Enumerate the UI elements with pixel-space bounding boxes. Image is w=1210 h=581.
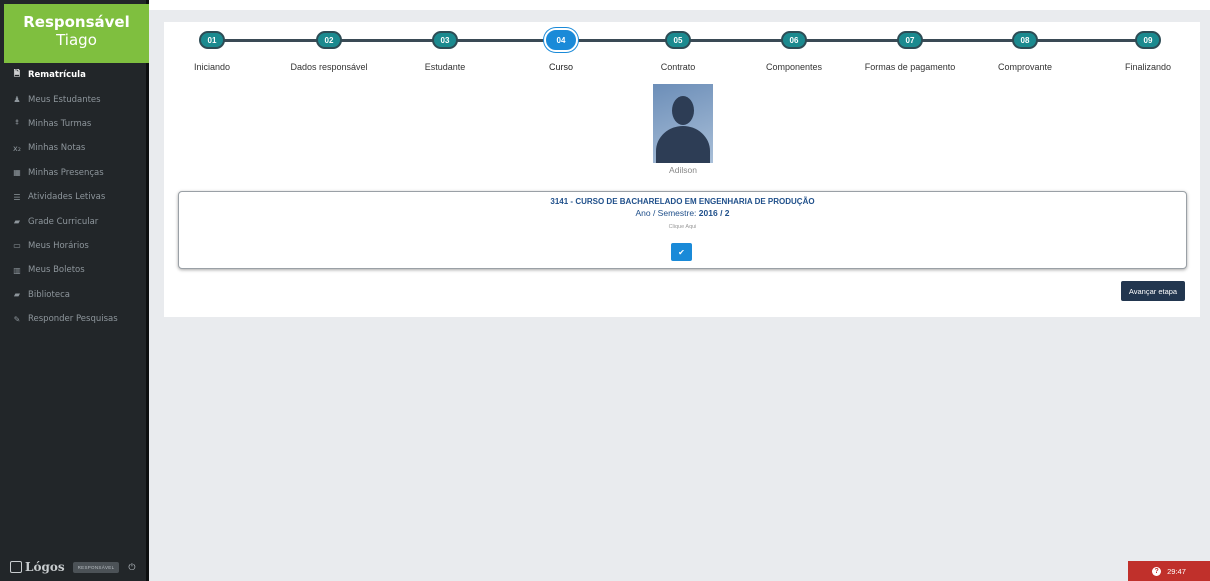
sidebar-menu: 🗎 Rematrícula ♟ Meus Estudantes ⯒ Minhas Turm… xyxy=(0,63,146,331)
timer-value: 29:47 xyxy=(1167,566,1186,576)
sidebar-item-label: Responder Pesquisas xyxy=(28,314,118,325)
enrollment-panel: 01 Iniciando 02 Dados responsável 03 Estudant… xyxy=(164,22,1200,317)
step-01-badge[interactable]: 01 xyxy=(199,31,225,49)
brand-header: Responsável Tiago xyxy=(4,4,149,63)
file-icon: 🗎 xyxy=(13,69,21,79)
step-03-badge[interactable]: 03 xyxy=(432,31,458,49)
sidebar: Responsável Tiago 🗎 Rematrícula ♟ Meus Estu… xyxy=(0,0,149,581)
step-03-label: Estudante xyxy=(424,62,466,72)
sidebar-item-label: Meus Estudantes xyxy=(28,94,101,105)
step-02-label: Dados responsável xyxy=(290,62,368,72)
step-08-label: Comprovante xyxy=(997,62,1053,72)
course-hint: Clique Aqui xyxy=(668,224,697,230)
student-name: Adilson xyxy=(669,165,697,175)
step-09-badge[interactable]: 09 xyxy=(1135,31,1161,49)
select-course-check-button[interactable]: ✔ xyxy=(671,243,692,261)
sidebar-item-minhas-turmas[interactable]: ⯒ Minhas Turmas xyxy=(0,112,146,136)
sidebar-item-label: Grade Curricular xyxy=(28,216,99,227)
power-icon[interactable]: ⏻ xyxy=(128,562,135,573)
step-09-label: Finalizando xyxy=(1124,62,1172,72)
logo-icon xyxy=(10,561,22,573)
sidebar-item-biblioteca[interactable]: ▰ Biblioteca xyxy=(0,283,146,307)
user-icon: ♟ xyxy=(13,95,21,105)
step-01-label: Iniciando xyxy=(193,62,231,72)
logos-logo: Lógos xyxy=(10,560,65,574)
book-icon: ▰ xyxy=(13,290,21,300)
course-year-label: Ano / Semestre: xyxy=(635,208,697,218)
sidebar-item-label: Biblioteca xyxy=(28,289,70,300)
sidebar-item-label: Meus Horários xyxy=(28,240,89,251)
sidebar-item-label: Minhas Presenças xyxy=(28,167,104,178)
step-05-label: Contrato xyxy=(660,62,696,72)
avatar-head xyxy=(672,96,694,125)
sidebar-item-minhas-notas[interactable]: x₂ Minhas Notas xyxy=(0,136,146,160)
barcode-icon: ▥ xyxy=(13,265,21,275)
sidebar-footer: Lógos RESPONSÁVEL ⏻ xyxy=(0,553,146,581)
step-04-badge[interactable]: 04 xyxy=(544,28,578,52)
sidebar-item-label: Minhas Notas xyxy=(28,143,86,154)
pin-icon: ⯒ xyxy=(15,117,19,127)
session-timer: ? 29:47 xyxy=(1128,561,1210,581)
sidebar-item-label: Atividades Letivas xyxy=(28,192,106,203)
course-year-value: 2016 / 2 xyxy=(698,208,730,218)
sidebar-item-atividades-letivas[interactable]: ☰ Atividades Letivas xyxy=(0,185,146,209)
step-02-badge[interactable]: 02 xyxy=(316,31,342,49)
course-card[interactable]: 3141 - CURSO DE BACHARELADO EM ENGENHARI… xyxy=(178,191,1187,269)
logo-text: Lógos xyxy=(25,560,65,574)
step-06-label: Componentes xyxy=(765,62,823,72)
question-icon: ? xyxy=(1152,566,1162,576)
list-icon: ☰ xyxy=(13,192,21,202)
sidebar-item-grade-curricular[interactable]: ▰ Grade Curricular xyxy=(0,209,146,233)
step-07-label: Formas de pagamento xyxy=(864,62,956,72)
sidebar-item-responder-pesquisas[interactable]: ✎ Responder Pesquisas xyxy=(0,307,146,331)
brand-user: Tiago xyxy=(56,31,97,49)
table-icon: ▦ xyxy=(13,168,21,178)
top-bar xyxy=(149,0,1210,10)
calendar-icon: ▭ xyxy=(13,241,21,251)
step-07-badge[interactable]: 07 xyxy=(897,31,923,49)
advance-step-button[interactable]: Avançar etapa xyxy=(1121,281,1185,301)
sidebar-item-minhas-presencas[interactable]: ▦ Minhas Presenças xyxy=(0,161,146,185)
step-06-badge[interactable]: 06 xyxy=(781,31,807,49)
student-photo xyxy=(653,84,713,163)
sidebar-item-meus-boletos[interactable]: ▥ Meus Boletos xyxy=(0,258,146,282)
course-year: Ano / Semestre: 2016 / 2 xyxy=(179,208,1186,218)
course-title: 3141 - CURSO DE BACHARELADO EM ENGENHARI… xyxy=(550,197,815,206)
sidebar-item-rematricula[interactable]: 🗎 Rematrícula xyxy=(0,63,146,87)
avatar-body xyxy=(656,126,710,163)
edit-icon: ✎ xyxy=(13,314,21,324)
brand-title: Responsável xyxy=(23,13,130,31)
sidebar-item-meus-estudantes[interactable]: ♟ Meus Estudantes xyxy=(0,87,146,111)
role-badge: RESPONSÁVEL xyxy=(72,561,120,573)
subscript-icon: x₂ xyxy=(13,143,21,153)
sidebar-item-meus-horarios[interactable]: ▭ Meus Horários xyxy=(0,234,146,258)
step-04-label: Curso xyxy=(548,62,573,72)
sidebar-item-label: Minhas Turmas xyxy=(28,118,92,129)
step-05-badge[interactable]: 05 xyxy=(665,31,691,49)
sidebar-item-label: Meus Boletos xyxy=(28,265,85,276)
sidebar-item-label: Rematrícula xyxy=(28,70,86,81)
step-08-badge[interactable]: 08 xyxy=(1012,31,1038,49)
book-icon: ▰ xyxy=(13,217,21,227)
